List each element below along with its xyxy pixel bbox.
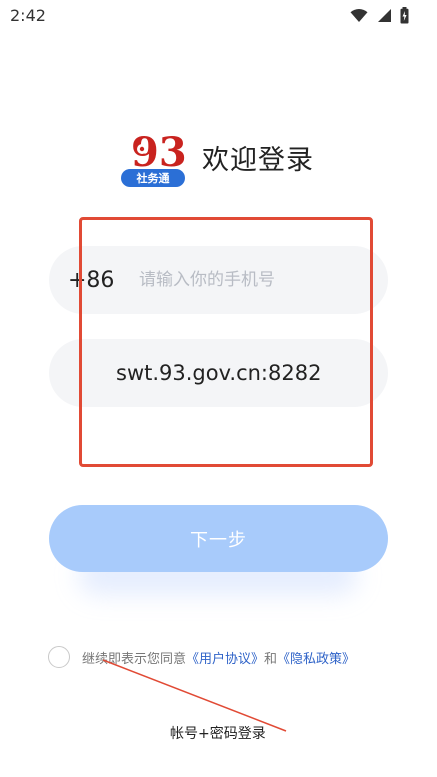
server-field [49, 339, 388, 407]
account-password-login-link[interactable]: 帐号+密码登录 [170, 723, 266, 743]
privacy-policy-link[interactable]: 《隐私政策》 [277, 652, 355, 667]
signal-icon [378, 9, 391, 22]
status-bar: 2:42 [0, 0, 437, 34]
next-button[interactable]: 下一步 [49, 505, 388, 572]
agreement-text: 继续即表示您同意《用户协议》和《隐私政策》 [82, 648, 355, 667]
agreement-prefix: 继续即表示您同意 [82, 651, 187, 667]
agreement-checkbox[interactable] [48, 646, 70, 668]
server-input[interactable] [116, 351, 378, 395]
country-code-selector[interactable]: +86 [68, 268, 114, 293]
agreement-row: 继续即表示您同意《用户协议》和《隐私政策》 [48, 644, 418, 670]
wifi-icon [350, 8, 368, 22]
phone-input[interactable] [139, 260, 369, 300]
phone-field: +86 [49, 246, 388, 314]
battery-icon [400, 7, 409, 24]
welcome-title: 欢迎登录 [202, 145, 314, 176]
user-agreement-link[interactable]: 《用户协议》 [186, 652, 264, 667]
logo-icon: 93 社务通 [121, 129, 187, 187]
status-time: 2:42 [10, 6, 46, 25]
status-icons [350, 7, 409, 24]
logo-subtitle: 社务通 [136, 171, 170, 185]
brand-header: 93 社务通 欢迎登录 [118, 128, 388, 198]
agreement-and: 和 [264, 651, 278, 667]
